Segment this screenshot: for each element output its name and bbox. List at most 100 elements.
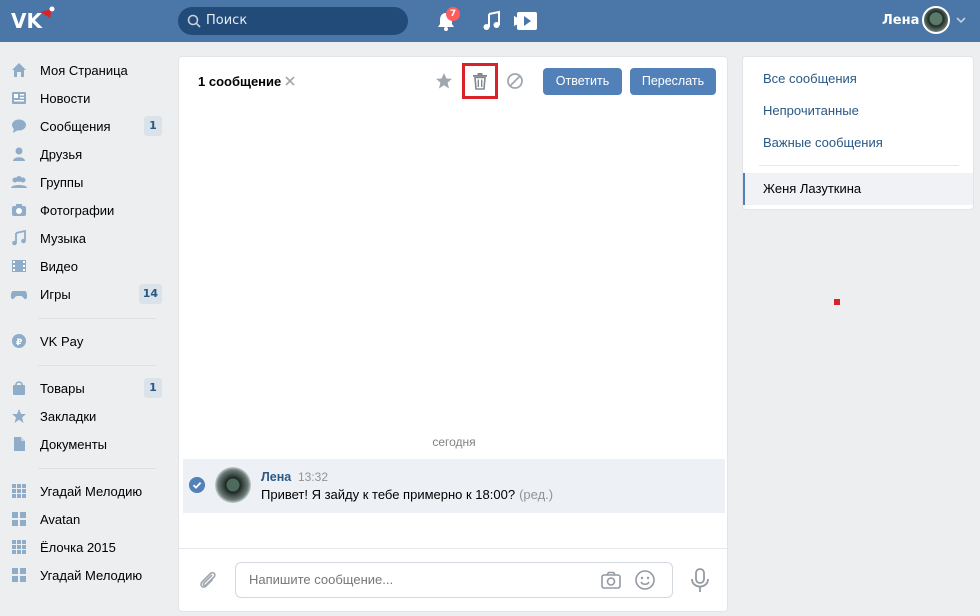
- sidebar-item-goods[interactable]: Товары 1: [10, 374, 165, 402]
- vk-logo[interactable]: VK: [10, 6, 56, 34]
- nav-divider: [38, 468, 156, 469]
- message-row[interactable]: Лена 13:32 Привет! Я зайду к тебе пример…: [183, 459, 725, 513]
- folder-all-messages[interactable]: Все сообщения: [763, 71, 857, 86]
- close-icon[interactable]: [283, 74, 297, 88]
- sidebar-item-label: Новости: [40, 90, 91, 106]
- music-icon[interactable]: [481, 10, 503, 32]
- app-grid-icon: [10, 538, 28, 556]
- folders-panel: Все сообщения Непрочитанные Важные сообщ…: [742, 56, 974, 210]
- bag-icon: [10, 379, 28, 397]
- sidebar-item-app-1[interactable]: Угадай Мелодию: [10, 477, 165, 505]
- sidebar-item-label: Закладки: [40, 408, 97, 424]
- edited-label: (ред.): [519, 487, 554, 502]
- goods-count-badge: 1: [144, 378, 162, 398]
- chevron-down-icon[interactable]: [956, 16, 966, 24]
- sidebar-item-news[interactable]: Новости: [10, 84, 165, 112]
- sidebar-item-label: Моя Страница: [40, 62, 128, 78]
- message-body: Привет! Я зайду к тебе примерно к 18:00?: [261, 487, 516, 502]
- svg-text:VK: VK: [11, 9, 43, 33]
- messages-icon: [10, 117, 28, 135]
- date-separator: сегодня: [432, 435, 476, 449]
- paperclip-icon[interactable]: [197, 569, 219, 591]
- active-chat-item[interactable]: Женя Лазуткина: [743, 173, 973, 205]
- sidebar-item-label: Друзья: [40, 146, 83, 162]
- message-input[interactable]: Напишите сообщение...: [235, 562, 673, 598]
- forward-button[interactable]: Переслать: [630, 68, 716, 95]
- trash-icon[interactable]: [470, 71, 490, 91]
- microphone-icon[interactable]: [689, 567, 711, 593]
- sidebar-item-label: Группы: [40, 174, 84, 190]
- red-dot-marker: [834, 299, 840, 305]
- message-author[interactable]: Лена: [261, 470, 291, 484]
- groups-icon: [10, 173, 28, 191]
- sidebar-item-label: Документы: [40, 436, 108, 452]
- smile-icon[interactable]: [634, 569, 656, 591]
- app-icon: [10, 566, 28, 584]
- sidebar-item-documents[interactable]: Документы: [10, 430, 165, 458]
- folder-important[interactable]: Важные сообщения: [763, 135, 883, 150]
- sidebar-item-video[interactable]: Видео: [10, 252, 165, 280]
- sidebar-item-label: Игры: [40, 286, 71, 302]
- folder-unread[interactable]: Непрочитанные: [763, 103, 859, 118]
- games-count-badge: 14: [138, 284, 162, 304]
- message-text: Привет! Я зайду к тебе примерно к 18:00?…: [261, 487, 553, 502]
- reply-button[interactable]: Ответить: [543, 68, 622, 95]
- sidebar-item-label: Угадай Мелодию: [40, 567, 143, 583]
- selection-count: 1 сообщение: [198, 74, 282, 89]
- star-icon[interactable]: [434, 71, 454, 91]
- message-time[interactable]: 13:32: [298, 470, 328, 484]
- sidebar-item-groups[interactable]: Группы: [10, 168, 165, 196]
- sidebar-item-bookmarks[interactable]: Закладки: [10, 402, 165, 430]
- app-icon: [10, 510, 28, 528]
- search-icon: [187, 14, 201, 28]
- sidebar-item-app-2[interactable]: Avatan: [10, 505, 165, 533]
- sidebar-item-app-3[interactable]: Ёлочка 2015: [10, 533, 165, 561]
- app-grid-icon: [10, 482, 28, 500]
- video-icon[interactable]: [513, 10, 539, 32]
- user-name[interactable]: Лена: [882, 13, 919, 28]
- vkpay-icon: ₽: [10, 332, 28, 350]
- block-icon[interactable]: [505, 71, 525, 91]
- star-icon: [10, 407, 28, 425]
- avatar[interactable]: [215, 467, 251, 503]
- sidebar-item-photos[interactable]: Фотографии: [10, 196, 165, 224]
- sidebar-item-vkpay[interactable]: ₽ VK Pay: [10, 327, 165, 355]
- games-icon: [10, 285, 28, 303]
- dialog-panel: 1 сообщение Ответить Переслать сегодня Л…: [178, 56, 728, 612]
- search-placeholder: Поиск: [206, 13, 248, 28]
- nav-divider: [38, 365, 156, 366]
- sidebar-item-my-page[interactable]: Моя Страница: [10, 56, 165, 84]
- sidebar-item-label: Avatan: [40, 511, 81, 527]
- sidebar-item-music[interactable]: Музыка: [10, 224, 165, 252]
- sidebar-item-label: Товары: [40, 380, 85, 396]
- messages-count-badge: 1: [144, 116, 162, 136]
- sidebar-item-app-4[interactable]: Угадай Мелодию: [10, 561, 165, 589]
- top-header: VK Поиск 7 Лена: [0, 0, 980, 42]
- active-chat-name: Женя Лазуткина: [763, 181, 862, 196]
- nav-divider: [38, 318, 156, 319]
- home-icon: [10, 61, 28, 79]
- sidebar-item-games[interactable]: Игры 14: [10, 280, 165, 308]
- friends-icon: [10, 145, 28, 163]
- svg-text:₽: ₽: [16, 338, 22, 348]
- sidebar-item-label: Сообщения: [40, 118, 111, 134]
- check-icon[interactable]: [189, 477, 205, 493]
- user-avatar[interactable]: [922, 6, 950, 34]
- document-icon: [10, 435, 28, 453]
- sidebar-item-friends[interactable]: Друзья: [10, 140, 165, 168]
- composer-divider: [179, 548, 727, 549]
- sidebar-item-label: VK Pay: [40, 333, 84, 349]
- video-icon: [10, 257, 28, 275]
- folders-divider: [759, 165, 959, 166]
- search-input[interactable]: Поиск: [178, 7, 408, 35]
- sidebar-item-label: Видео: [40, 258, 78, 274]
- message-input-placeholder: Напишите сообщение...: [249, 572, 394, 587]
- news-icon: [10, 89, 28, 107]
- notification-badge: 7: [446, 7, 460, 21]
- sidebar-item-label: Угадай Мелодию: [40, 483, 143, 499]
- sidebar-item-label: Фотографии: [40, 202, 115, 218]
- sidebar-item-label: Ёлочка 2015: [40, 539, 116, 555]
- sidebar-item-messages[interactable]: Сообщения 1: [10, 112, 165, 140]
- camera-icon[interactable]: [600, 570, 622, 590]
- sidebar-item-label: Музыка: [40, 230, 86, 246]
